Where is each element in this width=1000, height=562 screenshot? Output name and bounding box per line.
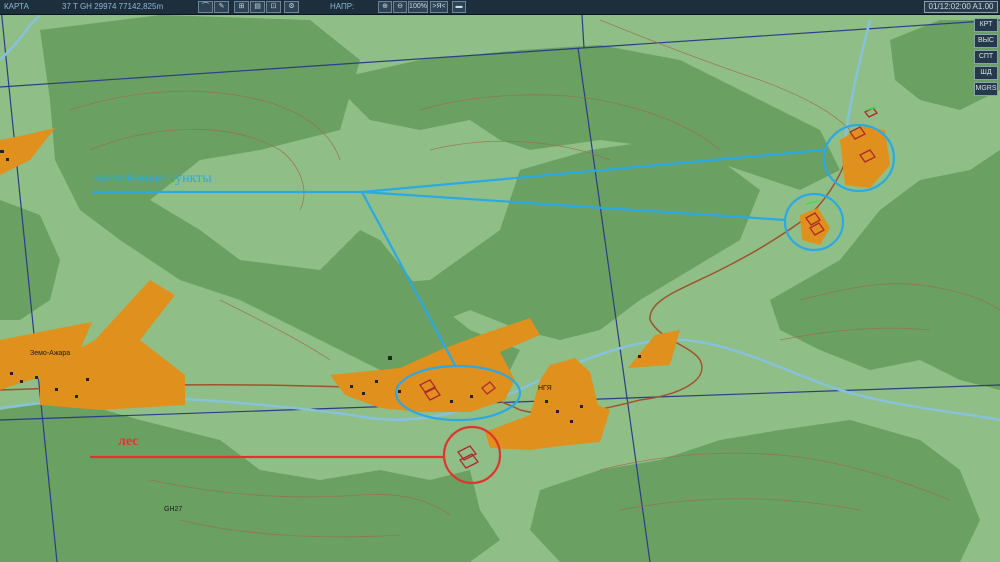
map-layer-button-krt[interactable]: КРТ xyxy=(974,18,998,32)
direction-label: НАПР: xyxy=(330,2,355,11)
center-on-self-button[interactable]: >Я< xyxy=(430,1,448,13)
forest-annotation-label: лес xyxy=(118,434,139,449)
map-layer-button-mgrs[interactable]: MGRS xyxy=(974,82,998,96)
marker-tool-button[interactable]: ⊡ xyxy=(266,1,281,13)
grid-tool-button[interactable]: ⊞ xyxy=(234,1,249,13)
mission-time: 01/12:02:00 A1.00 xyxy=(924,1,998,13)
top-toolbar: КАРТА 37 T GH 29974 77142,825m ⌒ ✎ ⊞ ▤ ⊡… xyxy=(0,0,1000,15)
layers-tool-button[interactable]: ▤ xyxy=(250,1,265,13)
zoom-in-button[interactable]: ⊕ xyxy=(378,1,392,13)
grid-square-label: GH27 xyxy=(164,506,183,513)
settings-tool-button[interactable]: ⚙ xyxy=(284,1,299,13)
zoom-out-button[interactable]: ⊖ xyxy=(393,1,407,13)
map-mode-label: КАРТА xyxy=(4,2,29,11)
town-label: Земо-Ажара xyxy=(30,350,71,357)
minimize-icon[interactable]: ▬ xyxy=(452,1,466,13)
map-layer-button-spt[interactable]: СПТ xyxy=(974,50,998,64)
map-layer-button-vys[interactable]: ВЫС xyxy=(974,34,998,48)
map-canvas[interactable] xyxy=(0,0,1000,562)
map-layer-button-shd[interactable]: ШД xyxy=(974,66,998,80)
route-tool-button[interactable]: ⌒ xyxy=(198,1,213,13)
measure-tool-button[interactable]: ✎ xyxy=(214,1,229,13)
village-label: НГЯ xyxy=(538,385,552,392)
zoom-level[interactable]: 100% xyxy=(408,1,428,13)
coordinates-readout: 37 T GH 29974 77142,825m xyxy=(62,2,164,11)
settlements-annotation-label: населённые пункты xyxy=(94,171,212,186)
